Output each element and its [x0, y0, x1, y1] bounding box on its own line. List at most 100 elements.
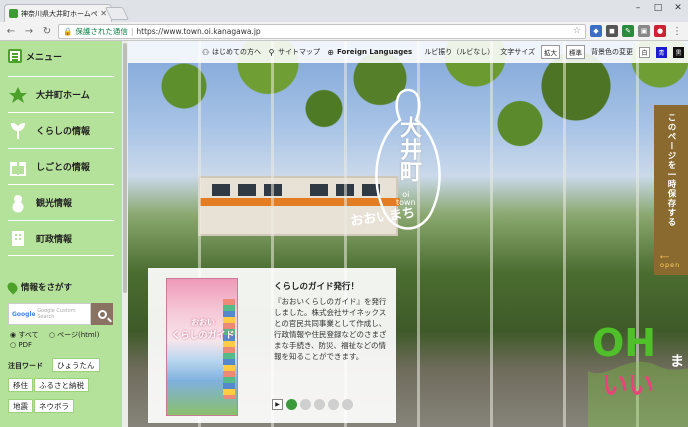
lock-icon: 🔒: [63, 26, 73, 36]
gourd-icon: [8, 193, 28, 213]
menu-label: メニュー: [26, 52, 63, 63]
extension-icon[interactable]: ◆: [590, 25, 602, 37]
guide-book-image: おおい くらしのガイド: [166, 278, 238, 416]
sidebar-item-label: しごとの情報: [36, 163, 90, 173]
ruby-toggle[interactable]: ルビ振り（ルビなし）: [424, 47, 494, 57]
search-section-title: 情報をさがす: [5, 279, 73, 295]
book-index-strip: [223, 299, 235, 399]
secure-label: 保護された通信: [75, 26, 128, 36]
scrollbar-thumb[interactable]: [123, 43, 127, 293]
search-input[interactable]: Google Google Custom Search: [8, 303, 91, 325]
browser-menu-icon[interactable]: ⋮: [670, 26, 684, 37]
location-pin-icon: [5, 279, 20, 295]
search-scope-radios: ◉ すべて ○ ページ(html) ○ PDF: [10, 330, 107, 350]
save-tab-label: このページを一時保存する: [666, 113, 676, 227]
minimize-icon[interactable]: –: [628, 0, 648, 16]
bg-white-button[interactable]: 白: [639, 46, 650, 58]
window-controls: – □ ✕: [628, 0, 688, 16]
tab-title: 神奈川県大井町ホームペー: [21, 9, 98, 18]
keyword-link[interactable]: 移住: [8, 378, 33, 392]
keyword-link[interactable]: 地震: [8, 399, 33, 413]
sidebar-item-government[interactable]: 町政情報: [8, 220, 114, 256]
utility-nav: ⚇ はじめての方へ ⚲ サイトマップ ⊕ Foreign Languages ルビ振り…: [128, 41, 688, 63]
slide-dot[interactable]: [286, 399, 297, 410]
sidebar-item-label: 大井町ホーム: [36, 91, 90, 101]
save-page-tab[interactable]: このページを一時保存する ⟵ open: [654, 105, 688, 275]
oh-text: OH: [592, 321, 657, 365]
sidebar-item-label: くらしの情報: [36, 127, 91, 137]
extension-icon[interactable]: ●: [654, 25, 666, 37]
search-title: 情報をさがす: [21, 283, 73, 293]
bg-color-label: 背景色の変更: [591, 48, 633, 56]
slide-dot[interactable]: [328, 399, 339, 410]
text-enlarge-button[interactable]: 拡大: [541, 45, 560, 59]
keyword-link[interactable]: ふるさと納税: [34, 378, 89, 392]
maximize-icon[interactable]: □: [648, 0, 668, 16]
news-card-body: 『おおいくらしのガイド』を発行しました。株式会社サイネックスとの官民共同事業とし…: [274, 297, 387, 361]
radio-html[interactable]: ○ ページ(html): [49, 331, 104, 339]
slide-dot[interactable]: [300, 399, 311, 410]
sprout-icon: [8, 121, 28, 141]
town-emblem-icon: [8, 85, 28, 105]
menu-header[interactable]: メニュー: [8, 49, 62, 63]
sitemap-link[interactable]: ⚲ サイトマップ: [267, 47, 320, 57]
oh-badge: OH いい ま: [588, 311, 688, 427]
keyword-label: 注目ワード: [8, 362, 43, 370]
slide-dot[interactable]: [314, 399, 325, 410]
extension-icon[interactable]: ◼: [606, 25, 618, 37]
news-card-title[interactable]: くらしのガイド発行！: [274, 280, 359, 292]
person-icon: ⚇: [201, 47, 210, 57]
search-placeholder: Google Custom Search: [37, 308, 76, 320]
address-bar[interactable]: 🔒 保護された通信 | https://www.town.oi.kanagawa…: [58, 23, 586, 39]
sidebar: メニュー 大井町ホーム くらしの情報 しごとの情報 観光情報 町政情報 情報をさ…: [0, 41, 122, 427]
address-toolbar: ← → ↻ 🔒 保護された通信 | https://www.town.oi.ka…: [0, 22, 688, 41]
play-icon[interactable]: ▶: [272, 399, 283, 410]
keyword-link[interactable]: ネウボラ: [34, 399, 74, 413]
ma-text: ま: [670, 354, 684, 370]
slide-dot[interactable]: [342, 399, 353, 410]
google-logo: Google: [12, 310, 36, 318]
web-page: メニュー 大井町ホーム くらしの情報 しごとの情報 観光情報 町政情報 情報をさ…: [0, 41, 688, 427]
address-separator: |: [130, 26, 134, 36]
browser-tab[interactable]: 神奈川県大井町ホームペー ✕: [4, 4, 112, 22]
back-icon[interactable]: ←: [4, 26, 18, 37]
save-tab-open: ⟵ open: [660, 253, 681, 269]
ii-text: いい: [602, 371, 655, 401]
carousel-controls: ▶: [272, 399, 353, 410]
extension-icon[interactable]: ✎: [622, 25, 634, 37]
sidebar-item-label: 町政情報: [36, 234, 73, 245]
search-button[interactable]: [91, 303, 113, 325]
first-time-link[interactable]: ⚇ はじめての方へ: [201, 47, 261, 57]
sidebar-item-label: 観光情報: [36, 199, 73, 209]
search-icon: [97, 309, 107, 319]
radio-pdf[interactable]: ○ PDF: [10, 341, 36, 349]
text-size-label: 文字サイズ: [500, 48, 535, 56]
sidebar-item-home[interactable]: 大井町ホーム: [8, 76, 114, 112]
sidebar-item-living[interactable]: くらしの情報: [8, 112, 114, 148]
sidebar-item-tourism[interactable]: 観光情報: [8, 184, 114, 220]
sidebar-item-work[interactable]: しごとの情報: [8, 148, 114, 184]
reload-icon[interactable]: ↻: [40, 26, 54, 37]
news-card[interactable]: おおい くらしのガイド くらしのガイド発行！ 『おおいくらしのガイド』を発行しまし…: [148, 268, 396, 423]
extension-icon[interactable]: ▣: [638, 25, 650, 37]
globe-icon: ⊕: [327, 47, 334, 57]
book-title: おおい くらしのガイド: [171, 318, 235, 341]
bg-black-button[interactable]: 黒: [673, 46, 684, 58]
keyword-link[interactable]: ひょうたん: [52, 358, 100, 372]
text-standard-button[interactable]: 標準: [566, 45, 585, 59]
forward-icon[interactable]: →: [22, 26, 36, 37]
foreign-languages-link[interactable]: ⊕ Foreign Languages: [326, 48, 412, 57]
bg-blue-button[interactable]: 青: [656, 46, 667, 58]
sitemap-icon: ⚲: [268, 47, 275, 57]
hero-image: ⚇ はじめての方へ ⚲ サイトマップ ⊕ Foreign Languages ルビ振り…: [128, 41, 688, 427]
radio-all[interactable]: ◉ すべて: [10, 331, 43, 339]
window-close-icon[interactable]: ✕: [668, 0, 688, 16]
building-icon: [8, 228, 28, 248]
menu-icon: [8, 49, 22, 63]
gift-icon: [8, 157, 28, 177]
logo-title: 大井町: [396, 116, 421, 182]
favicon-icon: [9, 9, 18, 18]
bookmark-star-icon[interactable]: ☆: [573, 26, 581, 36]
url-text: https://www.town.oi.kanagawa.jp: [136, 26, 261, 36]
browser-tabbar: 神奈川県大井町ホームペー ✕ – □ ✕: [0, 0, 688, 22]
